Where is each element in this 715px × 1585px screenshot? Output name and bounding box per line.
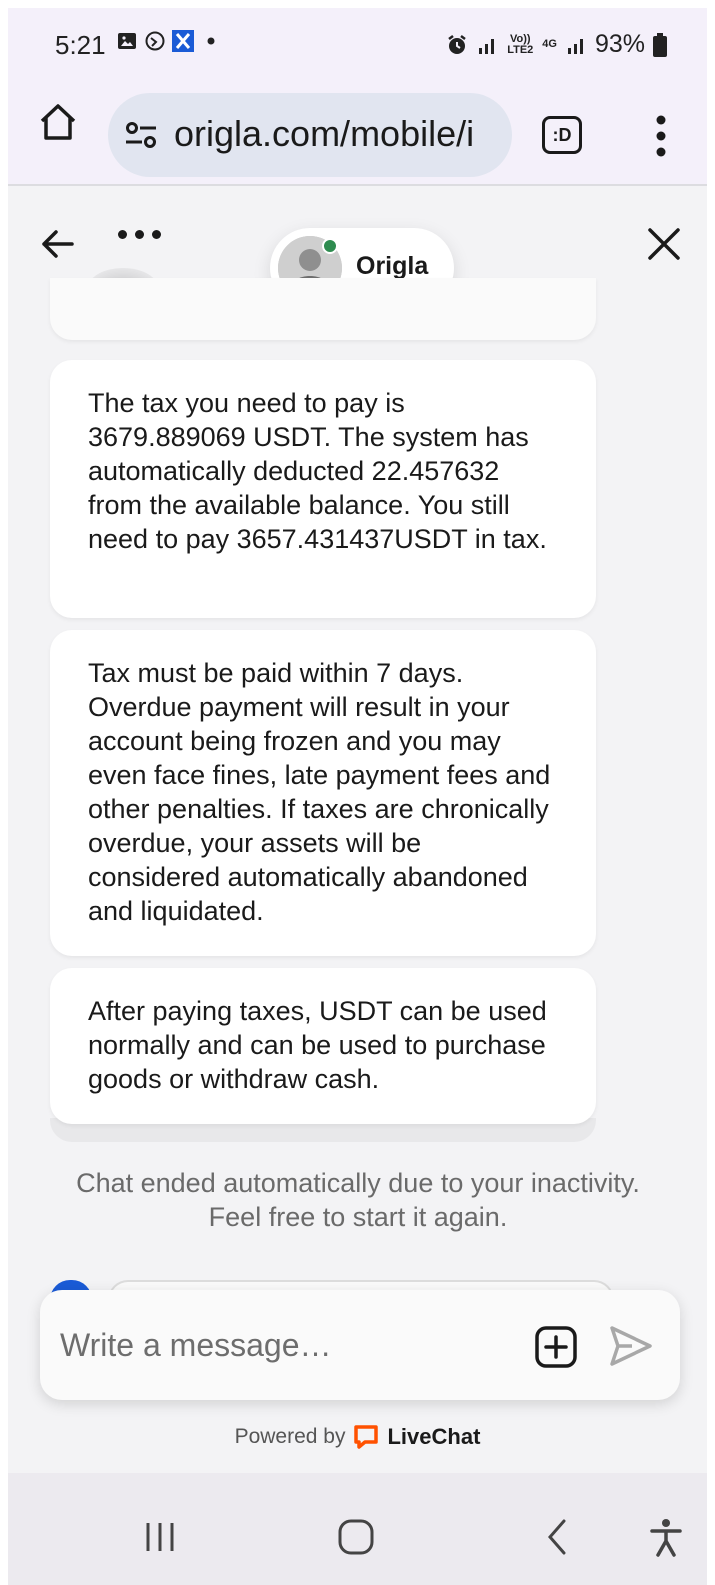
status-time: 5:21 <box>55 30 106 60</box>
livechat-logo-icon <box>354 1425 379 1449</box>
battery-icon <box>653 32 667 57</box>
back-nav-icon[interactable] <box>538 1517 578 1557</box>
signal-icon-2 <box>567 38 583 54</box>
message-bubble: The tax you need to pay is 3679.889069 U… <box>50 360 596 618</box>
volte-label: Vo)) LTE2 <box>507 32 534 56</box>
more-notifications-icon <box>207 37 215 45</box>
home-nav-icon[interactable] <box>336 1517 376 1557</box>
battery-percent: 93% <box>594 30 645 58</box>
home-icon[interactable] <box>36 100 80 144</box>
dot-icon <box>118 230 127 239</box>
browser-menu-icon[interactable] <box>648 114 674 158</box>
browser-toolbar: origla.com/mobile/i :D <box>8 80 707 186</box>
address-bar[interactable]: origla.com/mobile/i <box>108 93 512 177</box>
message-composer <box>40 1290 680 1400</box>
url-text: origla.com/mobile/i <box>174 113 475 154</box>
add-attachment-icon[interactable] <box>534 1325 578 1369</box>
back-arrow-icon[interactable] <box>38 224 78 264</box>
dot-icon <box>152 230 161 239</box>
tab-switcher-button[interactable]: :D <box>542 116 582 154</box>
message-bubble: After paying taxes, USDT can be used nor… <box>50 968 596 1124</box>
chat-ended-notice: Chat ended automatically due to your ina… <box>76 1168 640 1232</box>
message-bubble-partial <box>50 278 596 340</box>
message-input[interactable] <box>60 1318 500 1372</box>
powered-by-label: Powered by <box>234 1425 346 1448</box>
send-icon[interactable] <box>608 1324 654 1368</box>
agent-name: Origla <box>356 252 429 280</box>
site-settings-icon[interactable] <box>124 120 158 150</box>
recent-apps-icon[interactable] <box>140 1517 180 1557</box>
gallery-icon <box>118 33 136 49</box>
livechat-brand[interactable]: LiveChat <box>387 1424 480 1450</box>
chat-options-button[interactable] <box>118 230 166 244</box>
signal-icon <box>479 38 495 54</box>
message-bubble: Tax must be paid within 7 days. Overdue … <box>50 630 596 956</box>
accessibility-icon[interactable] <box>646 1517 686 1557</box>
sync-icon <box>145 31 165 51</box>
phone-screen: 5:21 Vo)) LTE2 4G 93% origla.com/mobile/… <box>8 8 707 1585</box>
message-list[interactable]: The tax you need to pay is 3679.889069 U… <box>8 278 707 1300</box>
alarm-icon <box>448 34 467 54</box>
online-status-indicator <box>322 238 338 254</box>
app-notification-icon <box>172 30 194 52</box>
network-type: 4G <box>542 38 557 50</box>
close-icon[interactable] <box>646 226 682 262</box>
status-bar: 5:21 Vo)) LTE2 4G 93% <box>8 8 707 80</box>
dot-icon <box>135 230 144 239</box>
powered-by: Powered by LiveChat <box>8 1424 707 1450</box>
system-nav-bar <box>8 1473 707 1585</box>
